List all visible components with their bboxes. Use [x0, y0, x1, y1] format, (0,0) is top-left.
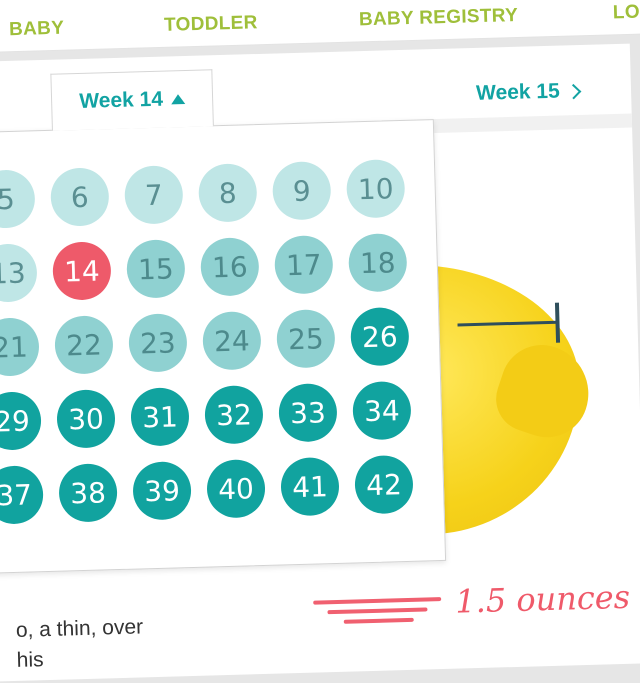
week-13-button[interactable]: 13	[0, 243, 38, 303]
week-38-button[interactable]: 38	[58, 463, 118, 523]
week-34-button[interactable]: 34	[352, 380, 412, 441]
week-5-button[interactable]: 5	[0, 169, 36, 229]
week-21-button[interactable]: 21	[0, 317, 40, 377]
nav-baby[interactable]: BABY	[9, 18, 65, 42]
week-9-button[interactable]: 9	[271, 160, 332, 221]
week-23-button[interactable]: 23	[128, 313, 188, 373]
size-measure-cap	[554, 302, 561, 343]
next-week-link[interactable]: Week 15	[475, 79, 581, 106]
nav-more[interactable]: LO	[613, 2, 640, 25]
weight-decoration	[313, 597, 442, 631]
weight-value: 1.5 ounces	[454, 577, 631, 621]
week-39-button[interactable]: 39	[132, 461, 192, 521]
week-7-button[interactable]: 7	[123, 165, 184, 225]
nav-baby-registry[interactable]: BABY REGISTRY	[359, 5, 519, 31]
caret-up-icon	[170, 94, 186, 105]
week-29-button[interactable]: 29	[0, 391, 42, 451]
week-42-button[interactable]: 42	[354, 454, 414, 515]
week-8-button[interactable]: 8	[197, 163, 258, 223]
week-16-button[interactable]: 16	[200, 237, 260, 297]
top-navigation: BABY TODDLER BABY REGISTRY LO	[0, 0, 640, 52]
week-15-button[interactable]: 15	[126, 239, 186, 299]
week-18-button[interactable]: 18	[347, 232, 408, 293]
week-25-button[interactable]: 25	[276, 308, 336, 369]
week-37-button[interactable]: 37	[0, 465, 44, 525]
week-26-button[interactable]: 26	[350, 306, 410, 367]
week-33-button[interactable]: 33	[278, 382, 338, 443]
article-snippet: o, a thin, over his	[15, 615, 144, 672]
chevron-right-icon	[565, 83, 581, 99]
week-22-button[interactable]: 22	[54, 315, 114, 375]
week-10-button[interactable]: 10	[345, 158, 406, 219]
week-40-button[interactable]: 40	[206, 458, 266, 519]
week-17-button[interactable]: 17	[273, 234, 334, 295]
week-31-button[interactable]: 31	[130, 387, 190, 447]
next-week-label: Week 15	[475, 79, 561, 105]
current-week-label: Week 14	[78, 87, 164, 113]
week-6-button[interactable]: 6	[50, 167, 110, 227]
nav-toddler[interactable]: TODDLER	[164, 12, 258, 37]
week-14-button[interactable]: 14	[52, 241, 112, 301]
week-30-button[interactable]: 30	[56, 389, 116, 449]
week-24-button[interactable]: 24	[202, 310, 262, 371]
week-41-button[interactable]: 41	[280, 456, 340, 517]
week-32-button[interactable]: 32	[204, 384, 264, 445]
current-week-tab[interactable]: Week 14	[50, 69, 214, 131]
week-selector-grid: 5 6 7 8 9 10 13 14 15 16 17 18 21 22 23 24 25 26 29 30 31 32 3…	[0, 119, 447, 576]
pregnancy-week-page: Week 14 Week 15 1.5 ounces o, a thin, ov…	[0, 43, 640, 682]
